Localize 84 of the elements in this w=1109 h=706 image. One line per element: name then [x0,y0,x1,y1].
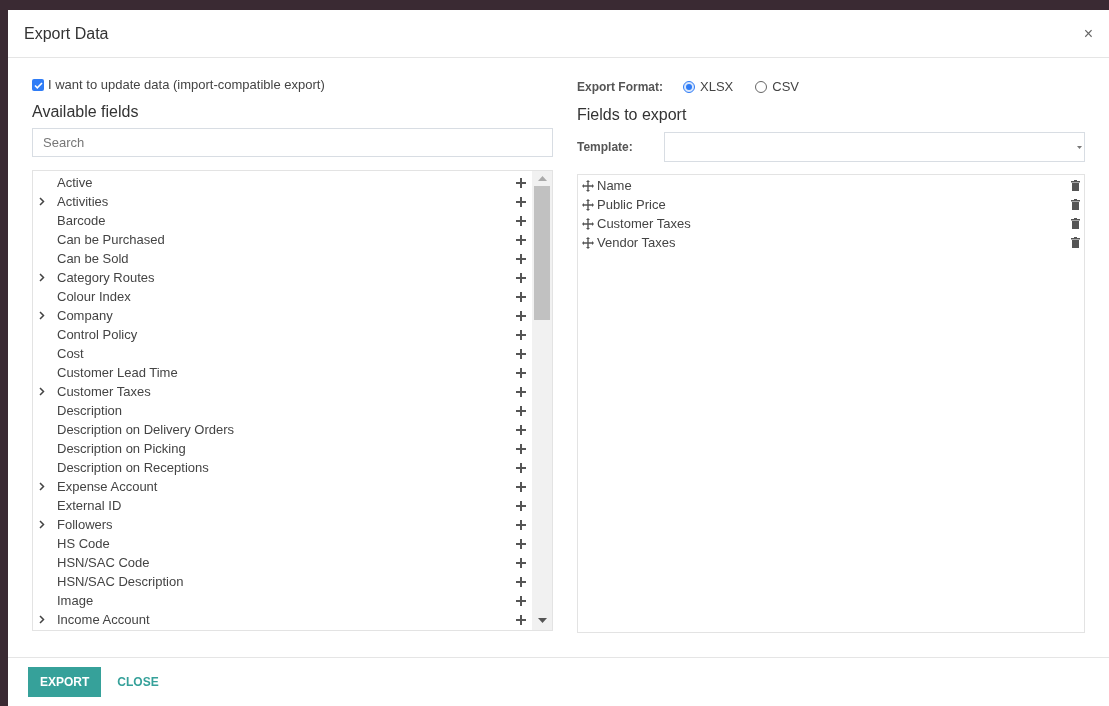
field-item[interactable]: Can be Sold [57,248,516,269]
field-item[interactable]: External ID [57,495,516,516]
field-item[interactable]: Description on Receptions [57,457,516,478]
plus-icon[interactable] [516,614,526,625]
plus-icon[interactable] [516,272,526,283]
plus-icon[interactable] [516,196,526,207]
field-item[interactable]: Description on Picking [57,438,516,459]
move-icon[interactable] [582,236,594,249]
caret-icon [1077,145,1082,149]
chevron-icon[interactable] [39,615,45,624]
plus-icon[interactable] [516,500,526,511]
radio-label: CSV [772,78,799,97]
export-field-item: Name [597,176,633,195]
plus-icon[interactable] [516,234,526,245]
field-item[interactable]: Expense Account [57,476,516,497]
plus-icon[interactable] [516,576,526,587]
plus-icon[interactable] [516,519,526,530]
radio-button[interactable] [683,81,695,93]
field-item[interactable]: HSN/SAC Code [57,552,516,573]
plus-icon[interactable] [516,557,526,568]
chevron-icon[interactable] [39,482,45,491]
plus-icon[interactable] [516,367,526,378]
chevron-icon[interactable] [39,520,45,529]
trash-icon[interactable] [1071,180,1080,191]
scrollbar-thumb[interactable] [534,186,550,320]
field-item[interactable]: Company [57,305,516,326]
field-item[interactable]: Customer Taxes [57,381,516,402]
field-item[interactable]: Control Policy [57,324,516,345]
plus-icon[interactable] [516,215,526,226]
plus-icon[interactable] [516,310,526,321]
checkbox-label: I want to update data (import-compatible export) [48,76,325,95]
trash-icon[interactable] [1071,199,1080,210]
checkbox[interactable] [32,79,44,91]
plus-icon[interactable] [516,443,526,454]
plus-icon[interactable] [516,386,526,397]
scroll-down-icon[interactable] [537,618,547,623]
plus-icon[interactable] [516,291,526,302]
plus-icon[interactable] [516,538,526,549]
radio-label: XLSX [700,78,734,97]
plus-icon[interactable] [516,481,526,492]
trash-icon[interactable] [1071,218,1080,229]
dialog-title: Export Data [24,23,109,44]
section-heading: Fields to export [577,105,688,125]
radio-button[interactable] [755,81,768,93]
field-item[interactable]: Description [57,400,516,421]
field-item[interactable]: HSN/SAC Description [57,571,516,592]
field-item[interactable]: Colour Index [57,286,516,307]
field-item[interactable]: Barcode [57,210,516,231]
plus-icon[interactable] [516,595,526,606]
field-item[interactable]: Can be Purchased [57,229,516,250]
template-label: Template: [577,139,634,156]
field-item[interactable]: Description on Delivery Orders [57,419,516,440]
field-item[interactable]: Customer Lead Time [57,362,516,383]
search-field[interactable]: Search [32,128,553,157]
field-item[interactable]: Image [57,590,516,611]
chevron-icon[interactable] [39,311,45,320]
plus-icon[interactable] [516,329,526,340]
export-field-item: Vendor Taxes [597,233,677,252]
field-item[interactable]: Active [57,172,516,193]
field-item[interactable]: HS Code [57,533,516,554]
chevron-icon[interactable] [39,197,45,206]
field-item[interactable]: Activities [57,191,516,212]
field-item[interactable]: Income Account [57,609,516,630]
move-icon[interactable] [582,217,594,230]
chevron-icon[interactable] [39,273,45,282]
plus-icon[interactable] [516,424,526,435]
field-item[interactable]: Followers [57,514,516,535]
chevron-icon[interactable] [39,387,45,396]
plus-icon[interactable] [516,405,526,416]
close-button[interactable]: × [1083,25,1093,42]
scrollbar[interactable] [532,171,552,630]
plus-icon[interactable] [516,253,526,264]
export-field-item: Public Price [597,195,667,214]
section-heading: Available fields [32,102,140,122]
trash-icon[interactable] [1071,237,1080,248]
export-field-item: Customer Taxes [597,214,692,233]
field-item[interactable]: Cost [57,343,516,364]
plus-icon[interactable] [516,348,526,359]
move-icon[interactable] [582,198,594,211]
field-item[interactable]: Category Routes [57,267,516,288]
export-format-label: Export Format: [577,79,663,96]
move-icon[interactable] [582,179,594,192]
plus-icon[interactable] [516,462,526,473]
plus-icon[interactable] [516,177,526,188]
